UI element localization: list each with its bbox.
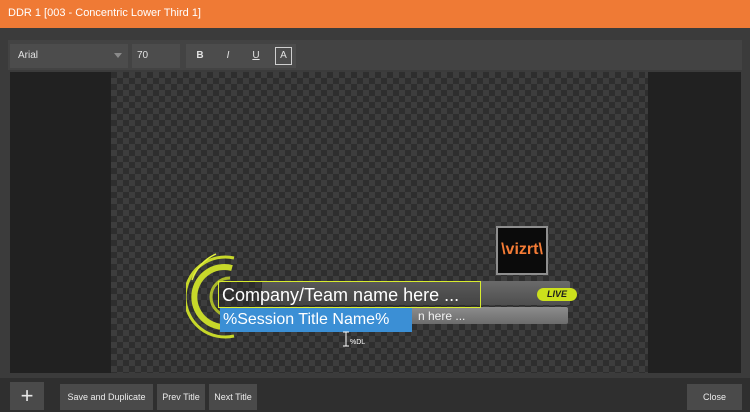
bold-button[interactable]: B <box>190 44 210 68</box>
window-title: DDR 1 [003 - Concentric Lower Third 1] <box>8 7 201 19</box>
cursor-label: %DL <box>350 339 366 346</box>
underline-button[interactable]: U <box>246 44 266 68</box>
close-button[interactable]: Close <box>687 384 742 410</box>
session-title-field[interactable]: %Session Title Name% <box>220 308 412 332</box>
subtitle-text: n here ... <box>418 309 466 323</box>
plus-icon: + <box>20 383 34 408</box>
text-cursor-icon <box>343 331 349 347</box>
company-text-field[interactable]: Company/Team name here ... <box>218 281 481 308</box>
add-button[interactable]: + <box>10 382 44 410</box>
next-title-button[interactable]: Next Title <box>209 384 257 410</box>
font-family-select[interactable]: Arial <box>10 44 128 68</box>
left-dark-panel <box>10 72 111 373</box>
logo-text: \vizrt\ <box>501 241 543 258</box>
prev-title-button[interactable]: Prev Title <box>157 384 205 410</box>
font-size-input[interactable]: 70 <box>132 44 180 68</box>
font-size-value: 70 <box>137 50 149 61</box>
save-and-duplicate-button[interactable]: Save and Duplicate <box>60 384 153 410</box>
italic-button[interactable]: I <box>218 44 238 68</box>
window-title-bar: DDR 1 [003 - Concentric Lower Third 1] <box>0 0 750 28</box>
vizrt-logo: \vizrt\ <box>496 226 548 275</box>
text-autosize-button[interactable]: A <box>275 47 292 65</box>
chevron-down-icon <box>114 53 122 58</box>
live-badge: LIVE <box>537 288 577 301</box>
font-family-value: Arial <box>18 50 39 61</box>
right-dark-panel <box>648 72 741 373</box>
session-title-text: %Session Title Name% <box>223 311 390 328</box>
company-text: Company/Team name here ... <box>222 285 460 305</box>
